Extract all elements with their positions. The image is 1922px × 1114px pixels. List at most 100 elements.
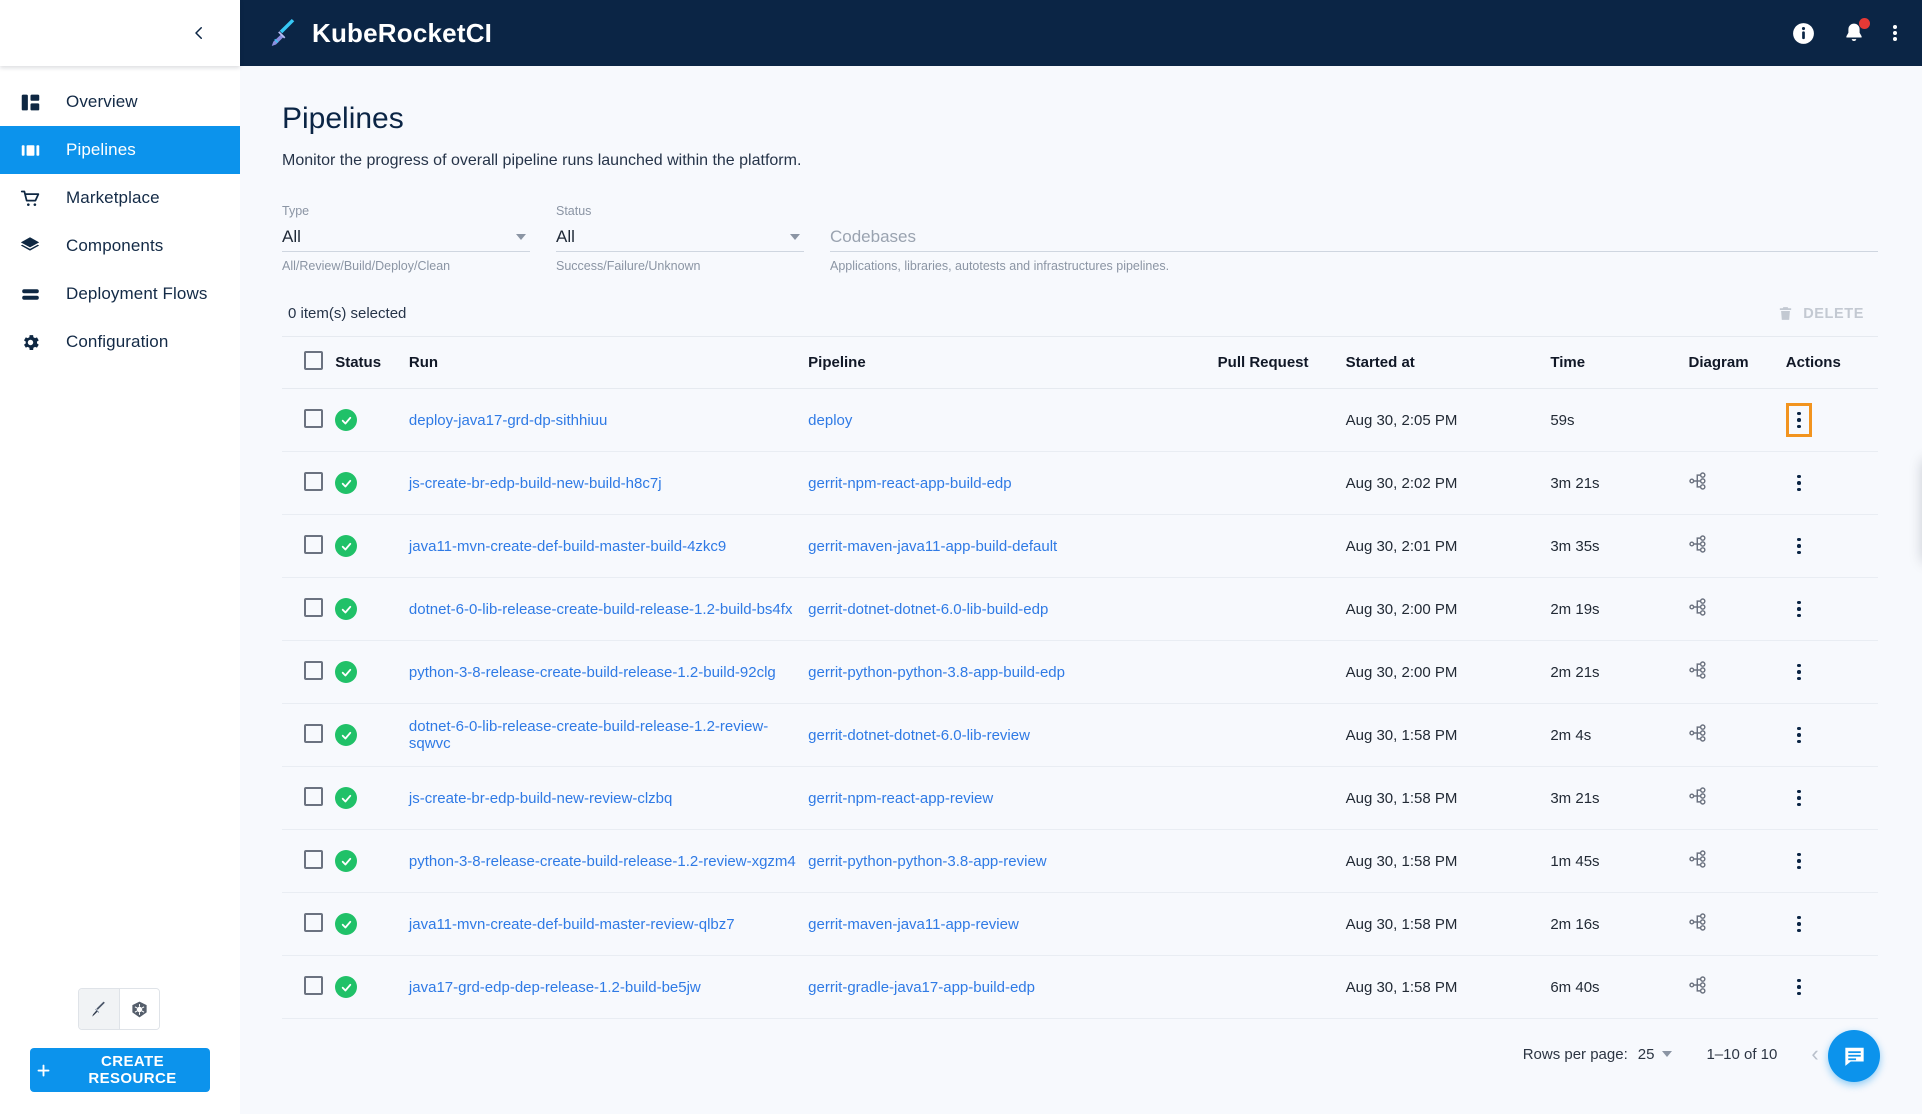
- pipeline-link[interactable]: gerrit-maven-java11-app-build-default: [808, 538, 1057, 555]
- run-link[interactable]: js-create-br-edp-build-new-build-h8c7j: [409, 475, 662, 492]
- row-actions-button[interactable]: [1786, 970, 1812, 1004]
- row-actions-button[interactable]: [1786, 529, 1812, 563]
- run-link[interactable]: js-create-br-edp-build-new-review-clzbq: [409, 790, 672, 807]
- row-checkbox[interactable]: [304, 850, 323, 869]
- row-pull-request-cell: [1218, 578, 1346, 641]
- diagram-icon[interactable]: [1689, 849, 1711, 869]
- row-diagram-cell: [1689, 956, 1786, 1019]
- diagram-icon[interactable]: [1689, 597, 1711, 617]
- run-link[interactable]: dotnet-6-0-lib-release-create-build-rele…: [409, 601, 793, 618]
- diagram-icon[interactable]: [1689, 534, 1711, 554]
- row-checkbox[interactable]: [304, 787, 323, 806]
- codebases-input[interactable]: Codebases: [830, 227, 916, 247]
- rows-per-page-select[interactable]: 25: [1638, 1046, 1677, 1063]
- status-success-icon: [335, 976, 357, 998]
- time-value: 2m 4s: [1550, 727, 1591, 744]
- run-link[interactable]: python-3-8-release-create-build-release-…: [409, 664, 776, 681]
- row-actions-button[interactable]: [1786, 403, 1812, 437]
- pipeline-link[interactable]: gerrit-python-python-3.8-app-review: [808, 853, 1046, 870]
- status-success-icon: [335, 724, 357, 746]
- select-all-checkbox[interactable]: [304, 351, 323, 370]
- row-actions-button[interactable]: [1786, 466, 1812, 500]
- row-actions-button[interactable]: [1786, 718, 1812, 752]
- chat-fab-button[interactable]: [1828, 1030, 1880, 1082]
- run-link[interactable]: deploy-java17-grd-dp-sithhiuu: [409, 412, 607, 429]
- info-icon[interactable]: [1791, 21, 1816, 46]
- diagram-icon[interactable]: [1689, 912, 1711, 932]
- sidebar-item-deployment-flows[interactable]: Deployment Flows: [0, 270, 240, 318]
- row-checkbox[interactable]: [304, 472, 323, 491]
- row-actions-button[interactable]: [1786, 592, 1812, 626]
- run-link[interactable]: java17-grd-edp-dep-release-1.2-build-be5…: [409, 979, 701, 996]
- row-actions-cell: [1786, 641, 1878, 704]
- diagram-icon[interactable]: [1689, 660, 1711, 680]
- filter-codebases-field[interactable]: Codebases: [830, 222, 1878, 252]
- sidebar-collapse-button[interactable]: [184, 18, 214, 48]
- table-row: dotnet-6-0-lib-release-create-build-rele…: [282, 578, 1878, 641]
- row-actions-button[interactable]: [1786, 844, 1812, 878]
- row-actions-button[interactable]: [1786, 907, 1812, 941]
- row-select-cell: [282, 956, 335, 1019]
- row-status-cell: [335, 830, 409, 893]
- sidebar-item-marketplace[interactable]: Marketplace: [0, 174, 240, 222]
- pipeline-link[interactable]: gerrit-gradle-java17-app-build-edp: [808, 979, 1035, 996]
- krci-rocket-icon[interactable]: [79, 989, 119, 1029]
- filter-type-select[interactable]: All: [282, 222, 530, 252]
- run-link[interactable]: java11-mvn-create-def-build-master-revie…: [409, 916, 735, 933]
- page-subtitle: Monitor the progress of overall pipeline…: [282, 152, 1878, 170]
- row-checkbox[interactable]: [304, 976, 323, 995]
- row-time-cell: 2m 4s: [1550, 704, 1688, 767]
- row-select-cell: [282, 893, 335, 956]
- run-link[interactable]: python-3-8-release-create-build-release-…: [409, 853, 796, 870]
- row-checkbox[interactable]: [304, 724, 323, 743]
- bulk-delete-button[interactable]: DELETE: [1777, 305, 1870, 322]
- diagram-icon[interactable]: [1689, 786, 1711, 806]
- pipeline-link[interactable]: gerrit-dotnet-dotnet-6.0-lib-review: [808, 727, 1030, 744]
- row-actions-button[interactable]: [1786, 655, 1812, 689]
- run-link[interactable]: dotnet-6-0-lib-release-create-build-rele…: [409, 718, 768, 752]
- diagram-icon[interactable]: [1689, 723, 1711, 743]
- filter-type-label: Type: [282, 204, 530, 218]
- row-select-cell: [282, 767, 335, 830]
- chevron-down-icon: [516, 234, 526, 240]
- sidebar-item-overview[interactable]: Overview: [0, 78, 240, 126]
- row-actions-button[interactable]: [1786, 781, 1812, 815]
- table-row: deploy-java17-grd-dp-sithhiuudeployAug 3…: [282, 389, 1878, 452]
- row-started-at-cell: Aug 30, 1:58 PM: [1346, 830, 1551, 893]
- pipeline-link[interactable]: gerrit-maven-java11-app-review: [808, 916, 1019, 933]
- row-checkbox[interactable]: [304, 535, 323, 554]
- pipeline-link[interactable]: gerrit-npm-react-app-build-edp: [808, 475, 1011, 492]
- kubernetes-icon[interactable]: [119, 989, 159, 1029]
- row-checkbox[interactable]: [304, 913, 323, 932]
- notifications-bell-icon[interactable]: [1842, 21, 1866, 45]
- row-checkbox[interactable]: [304, 598, 323, 617]
- row-run-cell: java17-grd-edp-dep-release-1.2-build-be5…: [409, 956, 808, 1019]
- sidebar-item-configuration[interactable]: Configuration: [0, 318, 240, 366]
- top-header: KubeRocketCI: [240, 0, 1922, 66]
- sidebar-item-pipelines[interactable]: Pipelines: [0, 126, 240, 174]
- layers-icon: [16, 235, 44, 257]
- row-pull-request-cell: [1218, 452, 1346, 515]
- kebab-menu-icon[interactable]: [1892, 21, 1898, 45]
- create-resource-button[interactable]: CREATE RESOURCE: [30, 1048, 210, 1092]
- run-link[interactable]: java11-mvn-create-def-build-master-build…: [409, 538, 726, 555]
- filter-status-select[interactable]: All: [556, 222, 804, 252]
- table-row: java11-mvn-create-def-build-master-build…: [282, 515, 1878, 578]
- row-run-cell: dotnet-6-0-lib-release-create-build-rele…: [409, 704, 808, 767]
- pipeline-link[interactable]: deploy: [808, 412, 852, 429]
- diagram-icon[interactable]: [1689, 975, 1711, 995]
- row-checkbox[interactable]: [304, 661, 323, 680]
- filter-status-help: Success/Failure/Unknown: [556, 259, 804, 273]
- time-value: 3m 21s: [1550, 475, 1599, 492]
- started-at-value: Aug 30, 1:58 PM: [1346, 853, 1458, 870]
- pipeline-link[interactable]: gerrit-dotnet-dotnet-6.0-lib-build-edp: [808, 601, 1048, 618]
- sidebar-item-components[interactable]: Components: [0, 222, 240, 270]
- row-diagram-cell: [1689, 830, 1786, 893]
- pipeline-link[interactable]: gerrit-python-python-3.8-app-build-edp: [808, 664, 1065, 681]
- pipeline-link[interactable]: gerrit-npm-react-app-review: [808, 790, 993, 807]
- status-success-icon: [335, 850, 357, 872]
- previous-page-button[interactable]: ‹: [1807, 1041, 1822, 1067]
- row-checkbox[interactable]: [304, 409, 323, 428]
- row-select-cell: [282, 389, 335, 452]
- diagram-icon[interactable]: [1689, 471, 1711, 491]
